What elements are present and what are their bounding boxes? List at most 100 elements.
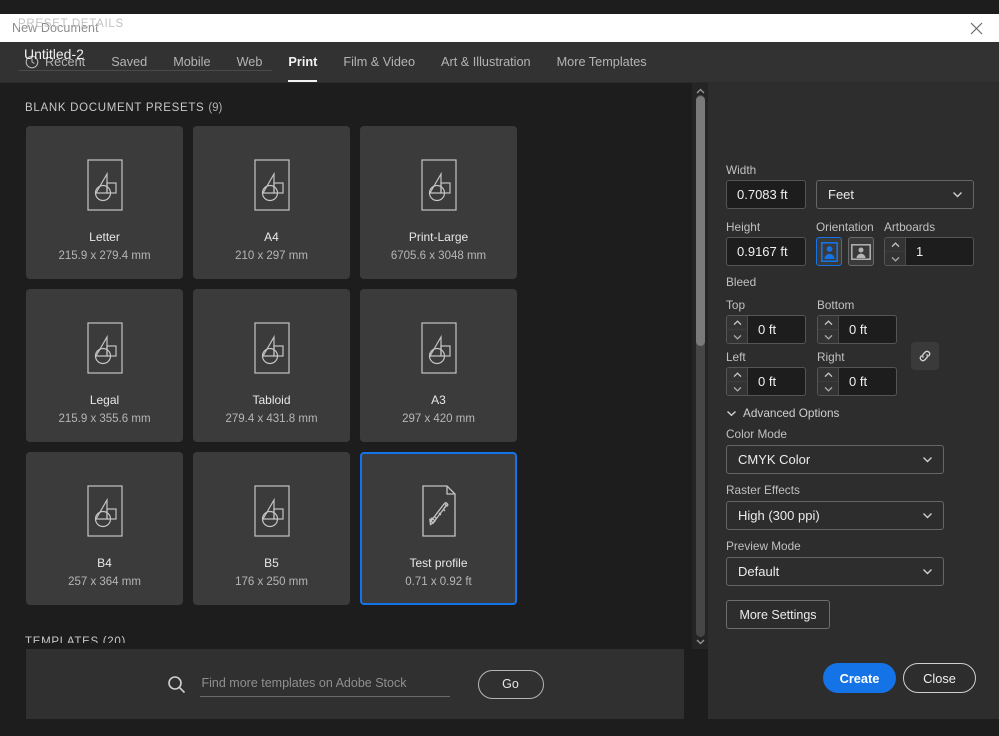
- bleed-top-value[interactable]: 0 ft: [748, 316, 805, 343]
- preset-size: 215.9 x 279.4 mm: [58, 250, 150, 262]
- ai-document-icon: [250, 485, 294, 537]
- portrait-icon[interactable]: [816, 237, 842, 266]
- stepper-down-icon[interactable]: [727, 330, 747, 343]
- preset-name: B4: [97, 556, 112, 570]
- tab-label: Art & Illustration: [441, 55, 531, 69]
- bleed-right-label: Right: [817, 350, 845, 364]
- preset-card-a3[interactable]: A3 297 x 420 mm: [360, 289, 517, 442]
- preset-card-print-large[interactable]: Print-Large 6705.6 x 3048 mm: [360, 126, 517, 279]
- stepper-up-icon[interactable]: [818, 368, 838, 382]
- preset-card-a4[interactable]: A4 210 x 297 mm: [193, 126, 350, 279]
- stepper-up-icon[interactable]: [727, 368, 747, 382]
- orientation-group: [816, 237, 874, 266]
- stepper-up-icon[interactable]: [885, 238, 905, 252]
- orientation-label: Orientation: [816, 220, 874, 234]
- preset-name: Letter: [89, 230, 120, 244]
- create-button[interactable]: Create: [823, 663, 896, 693]
- advanced-options-label: Advanced Options: [743, 406, 839, 420]
- preset-card-legal[interactable]: Legal 215.9 x 355.6 mm: [26, 289, 183, 442]
- preview-mode-select[interactable]: Default: [726, 557, 944, 586]
- window-bottom-strip: [0, 719, 999, 736]
- stepper-down-icon[interactable]: [885, 252, 905, 265]
- stepper-down-icon[interactable]: [818, 330, 838, 343]
- search-go-button[interactable]: Go: [478, 670, 544, 699]
- stepper-up-icon[interactable]: [727, 316, 747, 330]
- ai-document-icon: [250, 159, 294, 211]
- preset-name: B5: [264, 556, 279, 570]
- link-icon[interactable]: [911, 342, 939, 370]
- bleed-bottom-stepper[interactable]: 0 ft: [817, 315, 897, 344]
- stepper-down-icon[interactable]: [818, 382, 838, 395]
- tab-print[interactable]: Print: [275, 42, 330, 82]
- tab-label: Print: [288, 55, 317, 69]
- unit-select[interactable]: Feet: [816, 180, 974, 209]
- bleed-top-arrows: [727, 316, 748, 343]
- tab-label: Film & Video: [343, 55, 415, 69]
- artboards-value[interactable]: 1: [906, 238, 973, 265]
- bleed-bottom-value[interactable]: 0 ft: [839, 316, 896, 343]
- preset-card-tabloid[interactable]: Tabloid 279.4 x 431.8 mm: [193, 289, 350, 442]
- advanced-options-toggle[interactable]: Advanced Options: [726, 406, 839, 420]
- raster-effects-select[interactable]: High (300 ppi): [726, 501, 944, 530]
- tab-art-illustration[interactable]: Art & Illustration: [428, 42, 544, 82]
- presets-panel: BLANK DOCUMENT PRESETS (9) Letter 215.9 …: [0, 83, 708, 719]
- color-mode-select[interactable]: CMYK Color: [726, 445, 944, 474]
- close-button[interactable]: Close: [903, 663, 976, 693]
- preset-name: A3: [431, 393, 446, 407]
- bleed-top-label: Top: [726, 298, 745, 312]
- bleed-left-arrows: [727, 368, 748, 395]
- stepper-down-icon[interactable]: [727, 382, 747, 395]
- chevron-down-icon: [726, 406, 737, 420]
- title-bar: New Document: [0, 14, 999, 42]
- scroll-down-icon[interactable]: [695, 636, 706, 647]
- ai-document-icon: [83, 322, 127, 374]
- bleed-bottom-arrows: [818, 316, 839, 343]
- ai-document-icon: [83, 159, 127, 211]
- bleed-left-value[interactable]: 0 ft: [748, 368, 805, 395]
- document-name-input[interactable]: [18, 40, 272, 68]
- height-label: Height: [726, 220, 760, 234]
- preset-size: 0.71 x 0.92 ft: [405, 576, 472, 588]
- preset-card-letter[interactable]: Letter 215.9 x 279.4 mm: [26, 126, 183, 279]
- preset-name: Tabloid: [252, 393, 290, 407]
- landscape-icon[interactable]: [848, 237, 874, 266]
- preset-card-test-profile[interactable]: Test profile 0.71 x 0.92 ft: [360, 452, 517, 605]
- stepper-up-icon[interactable]: [818, 316, 838, 330]
- preset-size: 210 x 297 mm: [235, 250, 308, 262]
- artboards-stepper[interactable]: 1: [884, 237, 974, 266]
- adobe-stock-search-bar: Go: [26, 649, 684, 719]
- chevron-down-icon: [921, 565, 934, 578]
- color-mode-label: Color Mode: [726, 427, 787, 441]
- tab-film-video[interactable]: Film & Video: [330, 42, 428, 82]
- bleed-left-stepper[interactable]: 0 ft: [726, 367, 806, 396]
- preview-mode-value: Default: [738, 564, 921, 579]
- presets-scrollbar[interactable]: [692, 83, 708, 649]
- unit-value: Feet: [828, 187, 951, 202]
- height-input[interactable]: [726, 237, 806, 266]
- preset-name: A4: [264, 230, 279, 244]
- width-input[interactable]: [726, 180, 806, 209]
- heading-text: TEMPLATES: [25, 636, 99, 643]
- preset-card-grid: Letter 215.9 x 279.4 mm A4 210 x 297 mm: [26, 126, 676, 605]
- close-icon[interactable]: [967, 19, 985, 37]
- scrollbar-thumb[interactable]: [696, 96, 705, 346]
- preset-card-b4[interactable]: B4 257 x 364 mm: [26, 452, 183, 605]
- bleed-right-value[interactable]: 0 ft: [839, 368, 896, 395]
- preset-name: Legal: [90, 393, 119, 407]
- search-icon: [167, 675, 186, 694]
- preset-size: 279.4 x 431.8 mm: [225, 413, 317, 425]
- search-input[interactable]: [200, 672, 450, 697]
- profile-document-icon: [417, 485, 461, 537]
- bleed-top-stepper[interactable]: 0 ft: [726, 315, 806, 344]
- blank-presets-heading: BLANK DOCUMENT PRESETS (9): [25, 102, 222, 114]
- tab-label: More Templates: [557, 55, 647, 69]
- preset-card-b5[interactable]: B5 176 x 250 mm: [193, 452, 350, 605]
- bleed-right-stepper[interactable]: 0 ft: [817, 367, 897, 396]
- preset-size: 176 x 250 mm: [235, 576, 308, 588]
- tab-more-templates[interactable]: More Templates: [544, 42, 660, 82]
- more-settings-button[interactable]: More Settings: [726, 600, 830, 629]
- preset-size: 215.9 x 355.6 mm: [58, 413, 150, 425]
- ai-document-icon: [417, 322, 461, 374]
- presets-scroll-region: BLANK DOCUMENT PRESETS (9) Letter 215.9 …: [0, 83, 692, 643]
- details-divider: [18, 70, 272, 71]
